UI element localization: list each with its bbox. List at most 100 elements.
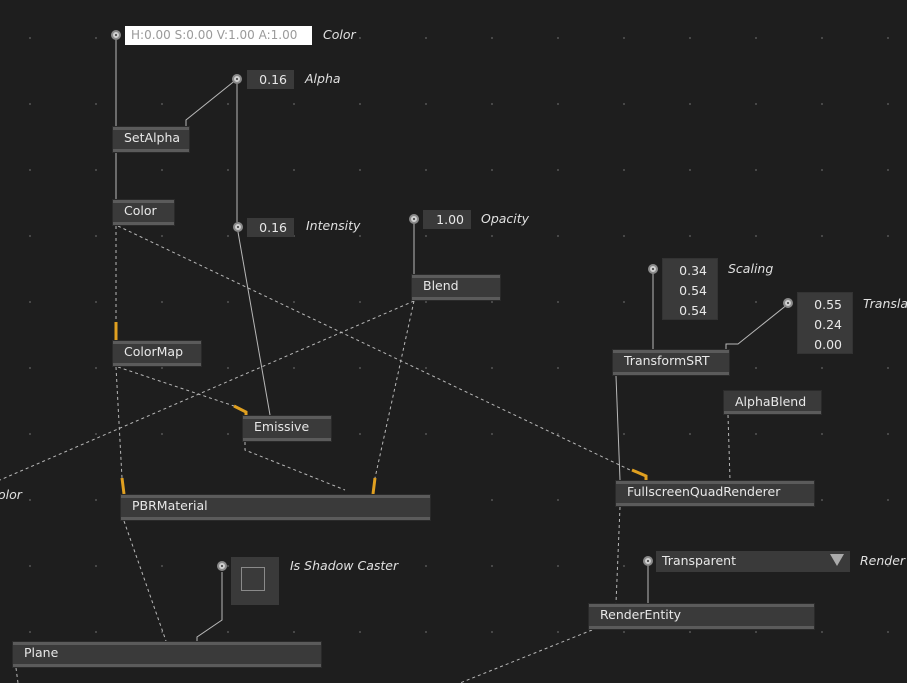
grid-dot xyxy=(557,103,559,105)
grid-dot xyxy=(359,631,361,633)
node-title: AlphaBlend xyxy=(735,394,807,409)
node-pbrmaterial[interactable]: PBRMaterial xyxy=(120,494,431,521)
grid-dot xyxy=(491,301,493,303)
node-title: Plane xyxy=(24,645,59,660)
grid-dot xyxy=(491,169,493,171)
grid-dot xyxy=(821,103,823,105)
node-blend[interactable]: Blend xyxy=(411,274,501,301)
color-pin-icon[interactable] xyxy=(111,30,121,40)
grid-dot xyxy=(887,235,889,237)
grid-dot xyxy=(161,103,163,105)
node-fullscreenquadrenderer[interactable]: FullscreenQuadRenderer xyxy=(615,480,815,507)
translation-z-value[interactable]: 0.00 xyxy=(814,337,842,352)
grid-dot xyxy=(359,367,361,369)
opacity-pin-icon[interactable] xyxy=(409,214,419,224)
grid-dot xyxy=(623,103,625,105)
grid-dot xyxy=(557,301,559,303)
grid-dot xyxy=(557,499,559,501)
grid-dot xyxy=(887,631,889,633)
grid-dot xyxy=(623,169,625,171)
grid-dot xyxy=(623,565,625,567)
node-renderentity[interactable]: RenderEntity xyxy=(588,603,815,630)
node-title: Blend xyxy=(423,278,459,293)
grid-dot xyxy=(821,433,823,435)
grid-dot xyxy=(359,103,361,105)
render-pin-icon[interactable] xyxy=(643,556,653,566)
node-title: RenderEntity xyxy=(600,607,681,622)
intensity-value-field[interactable]: 0.16 xyxy=(247,218,294,237)
grid-dot xyxy=(29,103,31,105)
scaling-z-value[interactable]: 0.54 xyxy=(679,303,707,318)
grid-dot xyxy=(887,169,889,171)
scaling-y-value[interactable]: 0.54 xyxy=(679,283,707,298)
node-transformsrt[interactable]: TransformSRT xyxy=(612,349,730,376)
grid-dot xyxy=(29,235,31,237)
node-title: ColorMap xyxy=(124,344,184,359)
scaling-vector-field[interactable]: 0.34 0.54 0.54 xyxy=(662,258,718,320)
node-color[interactable]: Color xyxy=(112,199,175,226)
node-setalpha[interactable]: SetAlpha xyxy=(112,126,190,153)
node-colormap[interactable]: ColorMap xyxy=(112,340,202,367)
grid-dot xyxy=(29,565,31,567)
offscreen-param-label: olor xyxy=(0,487,22,502)
grid-dot xyxy=(821,169,823,171)
intensity-pin-icon[interactable] xyxy=(233,222,243,232)
grid-dot xyxy=(95,301,97,303)
grid-dot xyxy=(491,433,493,435)
alpha-pin-icon[interactable] xyxy=(232,74,242,84)
color-value-field[interactable]: H:0.00 S:0.00 V:1.00 A:1.00 xyxy=(125,26,312,45)
color-param-label: Color xyxy=(323,27,356,42)
shadow-caster-checkbox[interactable] xyxy=(231,557,279,605)
opacity-value-field[interactable]: 1.00 xyxy=(423,210,471,229)
grid-dot xyxy=(425,367,427,369)
grid-dot xyxy=(755,169,757,171)
grid-dot xyxy=(755,103,757,105)
grid-dot xyxy=(359,37,361,39)
grid-dot xyxy=(821,499,823,501)
grid-dot xyxy=(425,169,427,171)
node-title: Color xyxy=(124,203,157,218)
grid-dot xyxy=(689,103,691,105)
scaling-pin-icon[interactable] xyxy=(648,264,658,274)
grid-dot xyxy=(425,103,427,105)
grid-dot xyxy=(95,499,97,501)
grid-dot xyxy=(29,169,31,171)
grid-dot xyxy=(887,499,889,501)
grid-dot xyxy=(557,37,559,39)
grid-dot xyxy=(227,631,229,633)
translation-pin-icon[interactable] xyxy=(783,298,793,308)
grid-dot xyxy=(491,565,493,567)
grid-dot xyxy=(161,433,163,435)
grid-dot xyxy=(557,631,559,633)
grid-dot xyxy=(293,367,295,369)
grid-dot xyxy=(491,631,493,633)
node-alphablend[interactable]: AlphaBlend xyxy=(723,390,822,415)
node-title: SetAlpha xyxy=(124,130,181,145)
grid-dot xyxy=(623,301,625,303)
translation-y-value[interactable]: 0.24 xyxy=(814,317,842,332)
grid-dot xyxy=(227,301,229,303)
node-emissive[interactable]: Emissive xyxy=(242,415,332,442)
grid-dot xyxy=(425,235,427,237)
grid-dot xyxy=(161,235,163,237)
grid-dot xyxy=(557,433,559,435)
grid-dot xyxy=(623,235,625,237)
grid-dot xyxy=(689,169,691,171)
grid-dot xyxy=(887,367,889,369)
grid-dot xyxy=(161,367,163,369)
scaling-x-value[interactable]: 0.34 xyxy=(679,263,707,278)
grid-dot xyxy=(425,433,427,435)
node-title: PBRMaterial xyxy=(132,498,208,513)
grid-dot xyxy=(689,433,691,435)
render-mode-dropdown[interactable]: Transparent xyxy=(656,551,850,572)
grid-dot xyxy=(755,631,757,633)
grid-dot xyxy=(821,235,823,237)
shadow-pin-icon[interactable] xyxy=(217,561,227,571)
node-plane[interactable]: Plane xyxy=(12,641,322,668)
grid-dot xyxy=(689,631,691,633)
grid-dot xyxy=(161,565,163,567)
translation-vector-field[interactable]: 0.55 0.24 0.00 xyxy=(797,292,853,354)
grid-dot xyxy=(95,367,97,369)
translation-x-value[interactable]: 0.55 xyxy=(814,297,842,312)
alpha-value-field[interactable]: 0.16 xyxy=(247,70,294,89)
